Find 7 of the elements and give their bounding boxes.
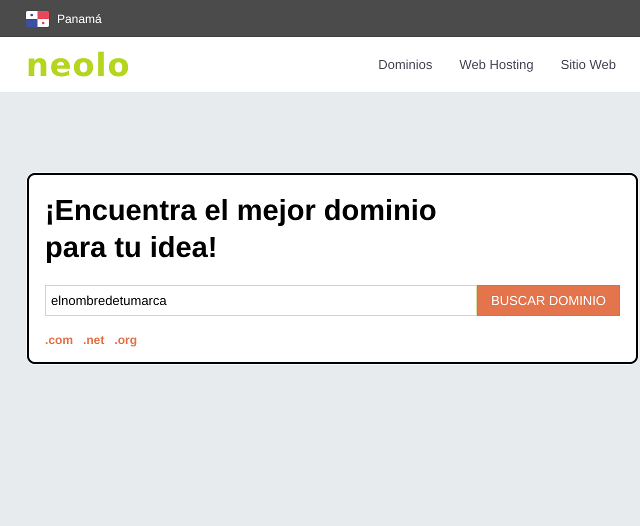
heading: ¡Encuentra el mejor dominio para tu idea!	[45, 194, 438, 266]
nav-link[interactable]: Web Hosting	[459, 54, 534, 74]
flag-icon	[26, 10, 49, 26]
country-label[interactable]: Panamá	[57, 10, 102, 28]
nav-link[interactable]: Dominios	[378, 54, 432, 74]
domain-input[interactable]: elnombredetumarca	[45, 285, 477, 316]
nav-link[interactable]: Sitio Web	[560, 54, 616, 74]
